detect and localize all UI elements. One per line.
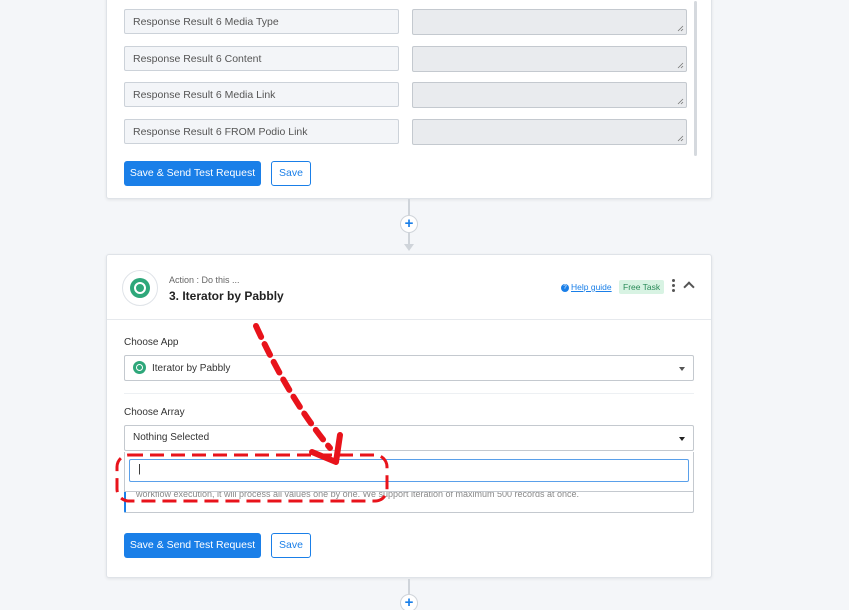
add-step-plus-icon[interactable]: + — [400, 594, 418, 610]
add-step-plus-icon[interactable]: + — [400, 215, 418, 233]
save-send-test-request-button[interactable]: Save & Send Test Request — [124, 533, 261, 558]
choose-array-select[interactable]: Nothing Selected — [124, 425, 694, 451]
field-value-content[interactable] — [412, 46, 687, 72]
step-action-subtitle: Action : Do this ... — [169, 275, 240, 285]
connector-arrow-icon — [404, 244, 414, 251]
dropdown-caret-icon — [679, 367, 685, 371]
field-label-from-podio-link: Response Result 6 FROM Podio Link — [124, 119, 399, 144]
field-value-from-podio-link[interactable] — [412, 119, 687, 145]
section-divider — [124, 393, 694, 394]
array-search-input[interactable]: | — [129, 459, 689, 482]
save-button[interactable]: Save — [271, 533, 311, 558]
iterator-step-card: Action : Do this ... 3. Iterator by Pabb… — [106, 254, 712, 578]
save-button[interactable]: Save — [271, 161, 311, 186]
field-label-media-type: Response Result 6 Media Type — [124, 9, 399, 34]
help-guide-link[interactable]: ? Help guide — [561, 282, 612, 292]
help-circle-icon: ? — [561, 283, 569, 292]
resize-handle-icon[interactable] — [677, 25, 684, 32]
iterator-app-icon — [122, 270, 158, 306]
resize-handle-icon[interactable] — [677, 98, 684, 105]
step-title: 3. Iterator by Pabbly — [169, 289, 284, 303]
dropdown-caret-icon — [679, 437, 685, 441]
field-label-media-link: Response Result 6 Media Link — [124, 82, 399, 107]
previous-step-card: Response Result 6 Media Type Response Re… — [106, 0, 712, 199]
field-label-content: Response Result 6 Content — [124, 46, 399, 71]
save-send-test-request-button[interactable]: Save & Send Test Request — [124, 161, 261, 186]
choose-array-label: Choose Array — [124, 407, 185, 418]
step-header[interactable]: Action : Do this ... 3. Iterator by Pabb… — [107, 255, 711, 320]
resize-handle-icon[interactable] — [677, 135, 684, 142]
resize-handle-icon[interactable] — [677, 62, 684, 69]
collapse-chevron-up-icon[interactable] — [683, 281, 695, 293]
array-dropdown-panel: | — [124, 452, 694, 492]
field-value-media-type[interactable] — [412, 9, 687, 35]
free-task-badge: Free Task — [619, 280, 665, 294]
fields-scrollbar[interactable] — [694, 1, 697, 156]
iterator-app-small-icon — [133, 361, 146, 374]
choose-app-label: Choose App — [124, 337, 179, 348]
more-options-icon[interactable] — [672, 279, 676, 293]
field-value-media-link[interactable] — [412, 82, 687, 108]
choose-app-select[interactable]: Iterator by Pabbly — [124, 355, 694, 381]
